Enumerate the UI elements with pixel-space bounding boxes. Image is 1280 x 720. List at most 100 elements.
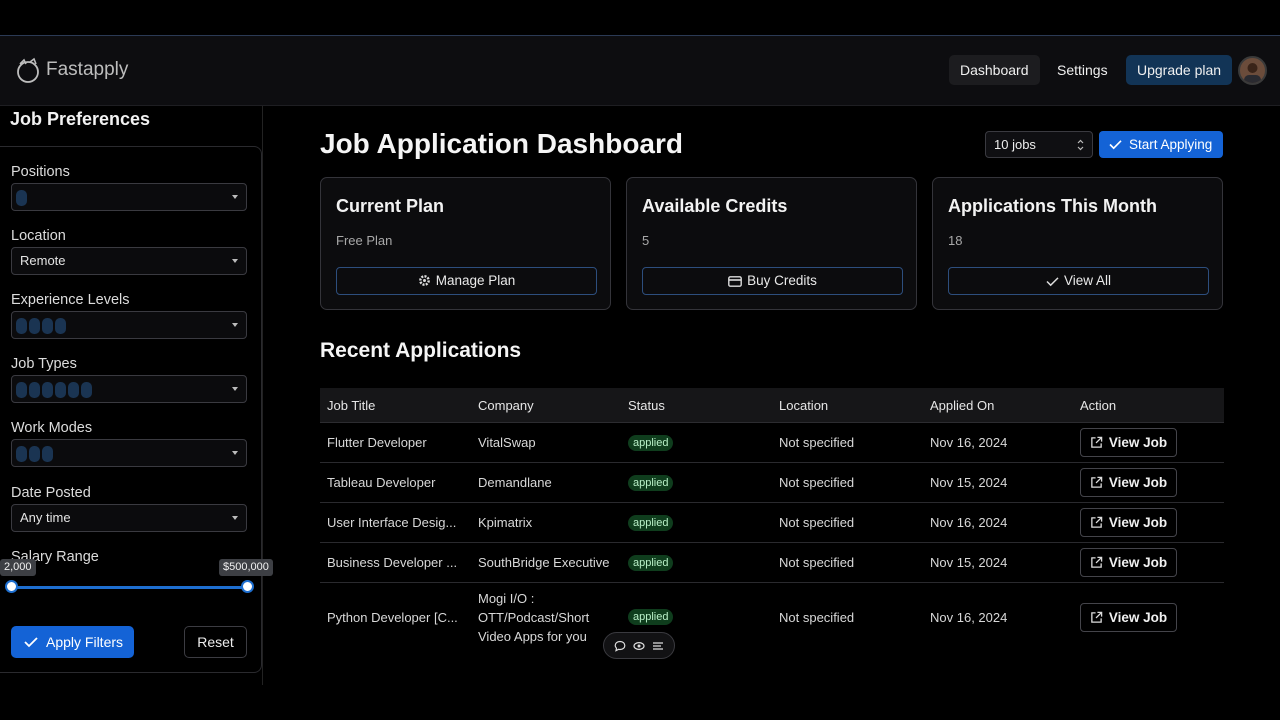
table-row[interactable]: Python Developer [C... Mogi I/O : OTT/Po… <box>320 583 1224 651</box>
company-cell: Demandlane <box>478 475 552 490</box>
job-title-cell: Python Developer [C... <box>327 609 458 625</box>
action-cell: View Job <box>1080 463 1177 502</box>
buy-credits-label: Buy Credits <box>747 273 817 288</box>
nav-dashboard-button[interactable]: Dashboard <box>949 55 1040 85</box>
logo[interactable]: Fastapply <box>14 56 128 84</box>
gear-icon <box>418 275 430 286</box>
job-title-cell: Business Developer ... <box>327 555 458 570</box>
nav-settings-button[interactable]: Settings <box>1046 55 1119 85</box>
check-icon <box>1109 140 1122 150</box>
work-modes-select[interactable] <box>11 439 247 467</box>
status-badge: applied <box>628 554 674 571</box>
salary-min-tag: 2,000 <box>0 559 36 576</box>
salary-max-tag: $500,000 <box>219 559 273 576</box>
column-header: Applied On <box>930 397 995 413</box>
view-job-button[interactable]: View Job <box>1080 428 1177 457</box>
location-cell: Not specified <box>779 555 855 570</box>
comment-icon[interactable] <box>614 640 626 652</box>
manage-plan-button[interactable]: Manage Plan <box>336 267 597 295</box>
external-link-icon <box>1091 611 1103 623</box>
selected-chip <box>16 318 27 334</box>
view-job-label: View Job <box>1108 515 1168 530</box>
reset-button[interactable]: Reset <box>184 626 247 658</box>
buy-credits-button[interactable]: Buy Credits <box>642 267 903 295</box>
credit-card-icon <box>728 276 743 287</box>
salary-max-handle[interactable] <box>241 580 254 593</box>
table-row[interactable]: Flutter Developer VitalSwap applied Not … <box>320 423 1224 463</box>
view-job-button[interactable]: View Job <box>1080 602 1177 632</box>
apply-filters-button[interactable]: Apply Filters <box>11 626 134 658</box>
company-cell: SouthBridge Executive <box>478 555 610 570</box>
selected-chip <box>81 382 92 398</box>
column-header: Company <box>478 397 534 413</box>
card-title: Current Plan <box>336 196 445 216</box>
positions-select[interactable] <box>11 183 247 211</box>
current-plan-card: Current Plan Free Plan Manage Plan <box>320 177 611 310</box>
available-credits-card: Available Credits 5 Buy Credits <box>626 177 917 310</box>
view-job-label: View Job <box>1108 609 1168 625</box>
applied-on-cell: Nov 16, 2024 <box>930 515 1008 530</box>
location-cell: Not specified <box>779 435 855 450</box>
view-job-button[interactable]: View Job <box>1080 468 1177 497</box>
table-row[interactable]: User Interface Desig... Kpimatrix applie… <box>320 503 1224 543</box>
action-cell: View Job <box>1080 503 1177 542</box>
job-title-cell: User Interface Desig... <box>327 515 457 530</box>
salary-slider-track[interactable] <box>11 586 247 589</box>
applications-month-card: Applications This Month 18 View All <box>932 177 1223 310</box>
company-cell: Mogi I/O : OTT/Podcast/Short Video Apps … <box>478 590 590 644</box>
external-link-icon <box>1091 516 1103 528</box>
salary-min-handle[interactable] <box>5 580 18 593</box>
status-badge: applied <box>628 474 674 491</box>
filters-panel <box>0 146 262 673</box>
selected-chip <box>68 382 79 398</box>
table-row[interactable]: Tableau Developer Demandlane applied Not… <box>320 463 1224 503</box>
column-header: Job Title <box>327 397 376 413</box>
date-posted-value: Any time <box>20 510 71 525</box>
applied-on-cell: Nov 16, 2024 <box>930 609 1008 625</box>
selected-chip <box>42 382 53 398</box>
jobs-count-select[interactable]: 10 jobs <box>985 131 1093 158</box>
selected-chip <box>16 446 27 462</box>
selected-chip <box>16 190 27 206</box>
app-name: Fastapply <box>46 59 129 80</box>
app-header: Fastapply Dashboard Settings Upgrade pla… <box>0 36 1280 106</box>
table-row[interactable]: Business Developer ... SouthBridge Execu… <box>320 543 1224 583</box>
applied-on-cell: Nov 16, 2024 <box>930 435 1008 450</box>
card-title: Available Credits <box>642 196 788 216</box>
chevron-down-icon <box>232 387 238 391</box>
status-badge: applied <box>628 609 674 625</box>
view-job-button[interactable]: View Job <box>1080 508 1177 537</box>
location-cell: Not specified <box>779 609 855 625</box>
location-select[interactable]: Remote <box>11 247 247 275</box>
action-cell: View Job <box>1080 543 1177 582</box>
applied-on-cell: Nov 15, 2024 <box>930 555 1008 570</box>
applied-on-cell: Nov 15, 2024 <box>930 475 1008 490</box>
location-value: Remote <box>20 253 66 268</box>
selected-chip <box>42 318 53 334</box>
status-cell: applied <box>628 463 674 502</box>
selected-chip <box>42 446 53 462</box>
location-label: Location <box>11 228 66 244</box>
status-cell: applied <box>628 543 674 582</box>
action-cell: View Job <box>1080 423 1177 462</box>
upgrade-plan-button[interactable]: Upgrade plan <box>1126 55 1233 85</box>
status-badge: applied <box>628 434 674 451</box>
view-job-button[interactable]: View Job <box>1080 548 1177 577</box>
list-icon[interactable] <box>652 640 664 652</box>
card-title: Applications This Month <box>948 196 1157 216</box>
chevron-down-icon <box>232 259 238 263</box>
avatar[interactable] <box>1238 56 1267 85</box>
view-all-label: View All <box>1063 273 1112 288</box>
floating-toolbar <box>603 632 675 659</box>
status-cell: applied <box>628 503 674 542</box>
chevron-down-icon <box>232 516 238 520</box>
experience-select[interactable] <box>11 311 247 339</box>
start-applying-button[interactable]: Start Applying <box>1099 131 1223 158</box>
start-applying-label: Start Applying <box>1129 137 1213 152</box>
date-posted-select[interactable]: Any time <box>11 504 247 532</box>
eye-icon[interactable] <box>633 640 645 652</box>
positions-label: Positions <box>11 164 70 180</box>
view-all-button[interactable]: View All <box>948 267 1209 295</box>
job-types-select[interactable] <box>11 375 247 403</box>
status-cell: applied <box>628 423 674 462</box>
